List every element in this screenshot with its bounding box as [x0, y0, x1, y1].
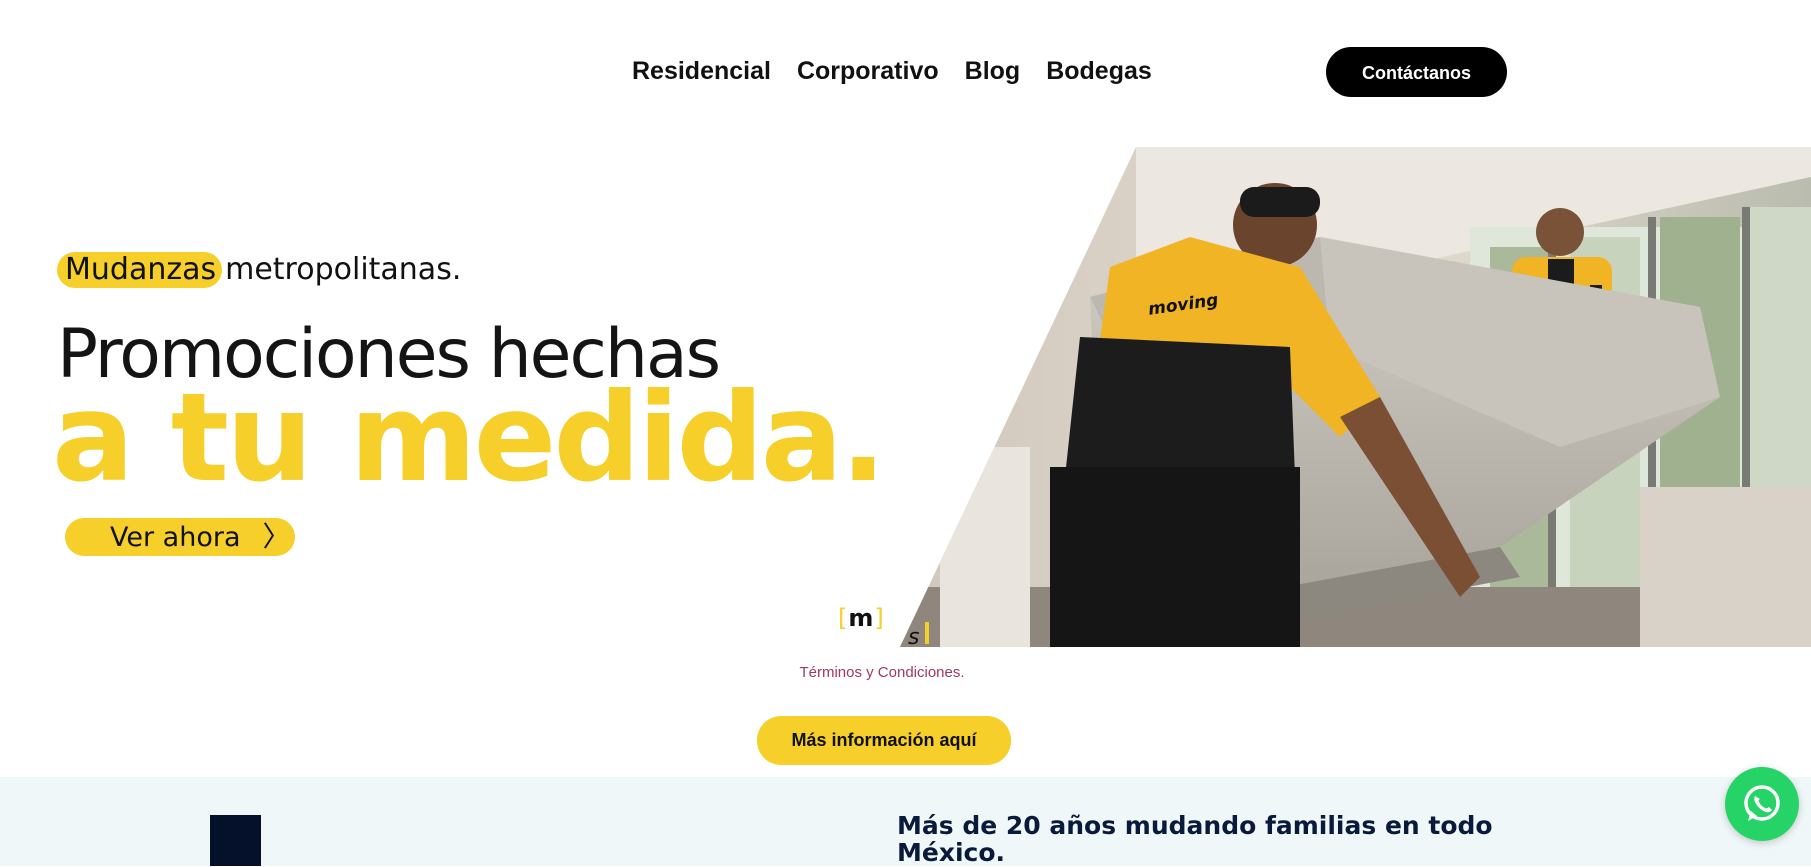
brand-logo-mark: [m] — [838, 604, 885, 632]
nav-item-corporativo[interactable]: Corporativo — [797, 50, 939, 92]
decorative-square — [210, 815, 261, 866]
chevron-right-icon: 〉 — [262, 520, 291, 553]
svg-text:s: s — [908, 625, 919, 647]
brand-highlight: Mudanzas — [57, 252, 223, 288]
contact-button[interactable]: Contáctanos — [1326, 47, 1507, 97]
section-heading: Más de 20 años mudando familias en todo … — [897, 811, 1493, 867]
about-section: Más de 20 años mudando familias en todo … — [0, 777, 1811, 866]
nav-item-blog[interactable]: Blog — [965, 50, 1021, 92]
nav-item-residencial[interactable]: Residencial — [632, 50, 771, 92]
main-nav: Residencial Corporativo Blog Bodegas — [632, 50, 1152, 92]
brand-line: Mudanzas metropolitanas. — [57, 252, 461, 288]
whatsapp-icon — [1744, 785, 1780, 821]
terms-link[interactable]: Términos y Condiciones. — [0, 664, 1764, 681]
whatsapp-button[interactable] — [1725, 767, 1799, 841]
nav-item-bodegas[interactable]: Bodegas — [1046, 50, 1152, 92]
ver-ahora-label: Ver ahora — [110, 521, 241, 553]
hero-title-line2: a tu medida. — [52, 367, 886, 509]
ver-ahora-button[interactable]: Ver ahora 〉 — [65, 518, 295, 556]
brand-rest: metropolitanas. — [225, 252, 462, 287]
more-info-button[interactable]: Más información aquí — [757, 716, 1011, 765]
